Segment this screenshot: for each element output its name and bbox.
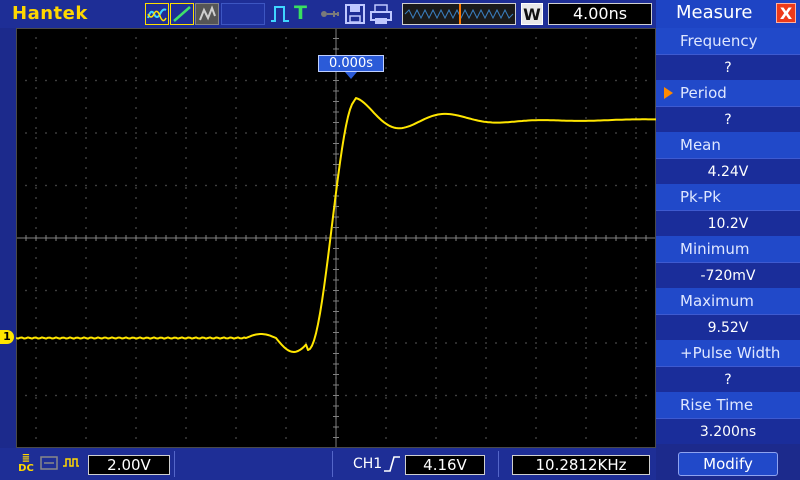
- timebase-readout[interactable]: 4.00ns: [548, 3, 652, 25]
- measure-item-mean[interactable]: Mean: [656, 132, 800, 158]
- usb-icon[interactable]: [318, 3, 342, 25]
- graticule-grid: [16, 28, 656, 448]
- measure-value-minimum: -720mV: [656, 262, 800, 288]
- divider: [498, 451, 499, 477]
- graticule-and-trace: [16, 28, 656, 448]
- trigger-position-arrow: [345, 72, 357, 79]
- bottom-status-bar: ≣ DC 2.00V CH1 4.16V 10.2812KHz: [0, 448, 656, 480]
- bandwidth-limit-icon[interactable]: [40, 454, 58, 472]
- modify-button[interactable]: Modify: [678, 452, 778, 476]
- measure-item-pulse-width[interactable]: +Pulse Width: [656, 340, 800, 366]
- divider: [332, 451, 333, 477]
- brand-logo: Hantek: [12, 3, 88, 24]
- ch1-ground-marker[interactable]: 1: [0, 330, 14, 344]
- measure-item-minimum[interactable]: Minimum: [656, 236, 800, 262]
- save-icon[interactable]: [344, 3, 366, 25]
- measure-panel: Measure X Frequency ? Period ? Mean 4.24…: [656, 0, 800, 480]
- trigger-level-readout[interactable]: 4.16V: [405, 455, 485, 475]
- top-status-bar: Hantek T W 4.00ns: [0, 0, 656, 28]
- measure-label-period: Period: [680, 84, 727, 102]
- frequency-counter-readout: 10.2812KHz: [512, 455, 650, 475]
- close-button[interactable]: X: [776, 3, 796, 23]
- measure-value-period: ?: [656, 106, 800, 132]
- window-mode-button[interactable]: W: [521, 3, 543, 25]
- measure-value-pk-pk: 10.2V: [656, 210, 800, 236]
- rising-edge-icon[interactable]: [383, 455, 401, 473]
- measure-item-maximum[interactable]: Maximum: [656, 288, 800, 314]
- divider: [174, 451, 175, 477]
- coupling-label: DC: [18, 463, 34, 474]
- measure-panel-title: Measure: [676, 2, 753, 23]
- selected-arrow-icon: [664, 87, 673, 99]
- measure-value-frequency: ?: [656, 54, 800, 80]
- measure-value-pulse-width: ?: [656, 366, 800, 392]
- edge-trigger-icon[interactable]: [170, 3, 194, 25]
- waveform-mode-icon[interactable]: [145, 3, 169, 25]
- measure-item-frequency[interactable]: Frequency: [656, 28, 800, 54]
- measure-value-mean: 4.24V: [656, 158, 800, 184]
- measure-item-rise-time[interactable]: Rise Time: [656, 392, 800, 418]
- invert-icon[interactable]: [62, 454, 80, 472]
- measure-item-period[interactable]: Period: [656, 80, 800, 106]
- measure-value-maximum: 9.52V: [656, 314, 800, 340]
- volts-per-div-readout[interactable]: 2.00V: [88, 455, 170, 475]
- printer-icon[interactable]: [369, 3, 393, 25]
- measure-value-rise-time: 3.200ns: [656, 418, 800, 444]
- measure-panel-header: Measure X: [656, 0, 800, 29]
- measure-item-pk-pk[interactable]: Pk-Pk: [656, 184, 800, 210]
- pulse-icon[interactable]: [269, 3, 291, 25]
- memory-position-strip[interactable]: [402, 3, 516, 25]
- display-persistence-icon[interactable]: [195, 3, 219, 25]
- memory-window-marker: [459, 4, 461, 24]
- trigger-source-label[interactable]: CH1: [353, 456, 382, 472]
- waveform-display[interactable]: 0.000s: [16, 28, 656, 448]
- trigger-icon[interactable]: T: [294, 3, 314, 25]
- status-field: [221, 3, 265, 25]
- trigger-position-tag[interactable]: 0.000s: [318, 55, 384, 72]
- dc-coupling-icon[interactable]: ≣ DC: [16, 454, 36, 474]
